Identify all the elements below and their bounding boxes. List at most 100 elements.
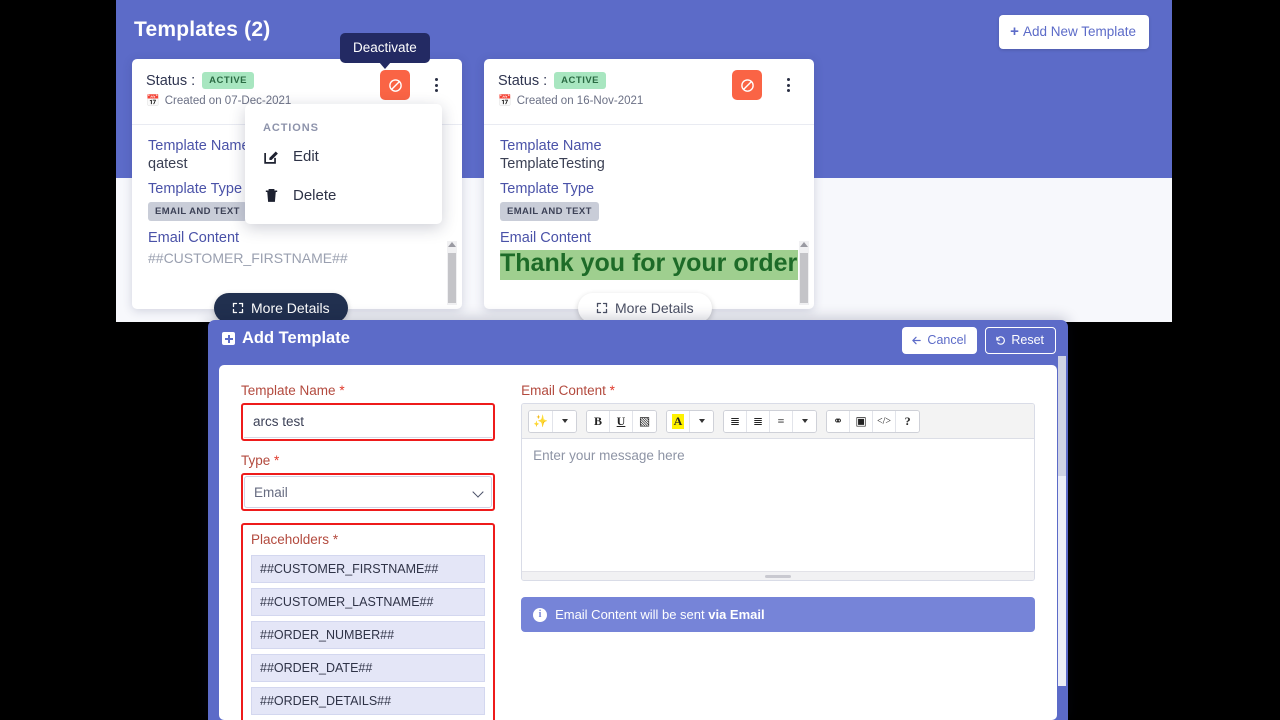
panel-header-actions: Cancel Reset — [902, 327, 1056, 354]
menu-item-edit[interactable]: Edit — [245, 140, 442, 173]
bold-icon[interactable]: B — [587, 410, 611, 432]
template-name-label: Template Name — [500, 138, 602, 154]
cancel-button[interactable]: Cancel — [902, 327, 978, 354]
toolbar-group-style: ✨ — [528, 409, 578, 433]
editor-body[interactable]: Enter your message here — [522, 439, 1034, 571]
add-new-template-button[interactable]: + Add New Template — [999, 15, 1149, 49]
template-type-chip: EMAIL AND TEXT — [500, 202, 599, 221]
cancel-label: Cancel — [927, 333, 967, 347]
template-name-label: Template Name * — [241, 383, 495, 398]
add-template-panel: Add Template Cancel Reset Template Name … — [208, 320, 1068, 720]
card-content-scrollbar[interactable] — [447, 241, 457, 305]
help-icon[interactable]: ? — [896, 410, 920, 432]
ban-icon — [388, 78, 402, 92]
card-body: Template Name TemplateTesting Template T… — [484, 125, 814, 280]
panel-title-label: Add Template — [242, 329, 350, 347]
template-type-label: Template Type — [500, 181, 595, 197]
screen-root: Templates (2) + Add New Template Status :… — [0, 0, 1280, 720]
email-content-label: Email Content * — [521, 383, 1035, 398]
type-select[interactable] — [244, 476, 493, 508]
link-icon[interactable]: ⚭ — [827, 410, 851, 432]
template-name-input[interactable] — [244, 406, 493, 438]
caret-down-icon — [801, 419, 808, 423]
placeholders-label: Placeholders * — [251, 532, 338, 547]
placeholders-group: Placeholders * ##CUSTOMER_FIRSTNAME## ##… — [241, 523, 496, 720]
expand-icon — [232, 302, 244, 314]
template-type-chip: EMAIL AND TEXT — [148, 202, 247, 221]
info-icon: i — [533, 607, 548, 622]
info-banner-text: Email Content will be sent via Email — [555, 607, 765, 622]
scroll-thumb[interactable] — [448, 253, 456, 303]
required-asterisk: * — [609, 383, 615, 398]
calendar-icon: 📅 — [146, 94, 160, 107]
color-dropdown-button[interactable] — [690, 410, 714, 432]
required-asterisk: * — [332, 532, 339, 547]
editor-resize-footer[interactable] — [522, 571, 1034, 580]
placeholder-item[interactable]: ##CUSTOMER_FIRSTNAME## — [251, 555, 486, 583]
kebab-dot — [786, 89, 790, 92]
style-dropdown-button[interactable] — [553, 410, 577, 432]
deactivate-button[interactable] — [380, 70, 410, 100]
eraser-icon[interactable]: ▧ — [633, 410, 657, 432]
more-details-button[interactable]: More Details — [578, 293, 712, 323]
info-banner: i Email Content will be sent via Email — [521, 597, 1035, 632]
status-badge: ACTIVE — [554, 72, 607, 89]
form-columns: Template Name * Type * — [241, 383, 1035, 720]
panel-scroll-thumb[interactable] — [1058, 356, 1066, 476]
info-banner-strong: via Email — [708, 607, 765, 622]
email-content-label: Email Content — [500, 230, 592, 246]
rich-text-editor: ✨ B U ▧ A ≣ ≣ ≡ ⚭ ▣ </> ? Enter your mes… — [521, 403, 1035, 581]
align-icon[interactable]: ≡ — [770, 410, 794, 432]
calendar-icon: 📅 — [498, 94, 512, 107]
editor-toolbar: ✨ B U ▧ A ≣ ≣ ≡ ⚭ ▣ </> ? — [522, 404, 1034, 439]
template-card[interactable]: Status : ACTIVE 📅 Created on 16-Nov-2021 — [484, 59, 814, 309]
underline-icon[interactable]: U — [610, 410, 634, 432]
ordered-list-icon[interactable]: ≣ — [747, 410, 771, 432]
placeholder-item[interactable]: ##ORDER_DATE## — [251, 654, 486, 682]
panel-header: Add Template Cancel Reset — [208, 320, 1068, 358]
trash-icon — [265, 189, 278, 202]
placeholder-item[interactable]: ##ORDER_DETAILS## — [251, 687, 486, 715]
unordered-list-icon[interactable]: ≣ — [724, 410, 748, 432]
card-kebab-menu-button[interactable] — [424, 69, 448, 101]
kebab-dot — [434, 78, 438, 81]
type-label-text: Type — [241, 453, 271, 468]
created-on-text: Created on 16-Nov-2021 — [516, 95, 644, 107]
email-content-label: Email Content — [148, 230, 240, 246]
plus-icon: + — [1010, 23, 1019, 40]
more-details-label: More Details — [615, 300, 694, 316]
image-icon[interactable]: ▣ — [850, 410, 874, 432]
text-color-icon[interactable]: A — [667, 410, 691, 432]
more-details-button[interactable]: More Details — [214, 293, 348, 323]
magic-wand-icon[interactable]: ✨ — [529, 410, 554, 432]
toolbar-group-lists: ≣ ≣ ≡ — [723, 409, 818, 433]
caret-down-icon — [698, 419, 705, 423]
scroll-up-arrow-icon[interactable] — [448, 242, 456, 247]
menu-item-delete[interactable]: Delete — [245, 179, 442, 212]
type-highlight — [241, 473, 496, 511]
status-label: Status : — [146, 72, 196, 89]
scroll-up-arrow-icon[interactable] — [800, 242, 808, 247]
arrow-left-icon — [912, 336, 922, 344]
code-icon[interactable]: </> — [873, 410, 897, 432]
placeholder-item[interactable]: ##CUSTOMER_LASTNAME## — [251, 588, 486, 616]
required-asterisk: * — [274, 453, 280, 468]
deactivate-button[interactable] — [732, 70, 762, 100]
card-header: Status : ACTIVE 📅 Created on 16-Nov-2021 — [484, 59, 814, 125]
reset-icon — [996, 335, 1006, 345]
card-kebab-menu-button[interactable] — [776, 69, 800, 101]
page-title: Templates (2) — [134, 18, 271, 41]
plus-square-icon — [222, 332, 235, 345]
scroll-thumb[interactable] — [800, 253, 808, 303]
reset-button[interactable]: Reset — [985, 327, 1056, 354]
type-select-wrapper — [244, 476, 493, 508]
form-container: Template Name * Type * — [219, 365, 1057, 720]
resize-grip-icon[interactable] — [765, 575, 792, 578]
actions-menu-heading: ACTIONS — [263, 122, 319, 134]
card-content-scrollbar[interactable] — [799, 241, 809, 305]
form-right-column: Email Content * ✨ B U ▧ A ≣ ≣ ≡ ⚭ ▣ </> … — [521, 383, 1035, 720]
align-dropdown-button[interactable] — [793, 410, 817, 432]
panel-scrollbar[interactable] — [1058, 356, 1066, 686]
placeholder-item[interactable]: ##ORDER_NUMBER## — [251, 621, 486, 649]
email-content-label-text: Email Content — [521, 383, 606, 398]
